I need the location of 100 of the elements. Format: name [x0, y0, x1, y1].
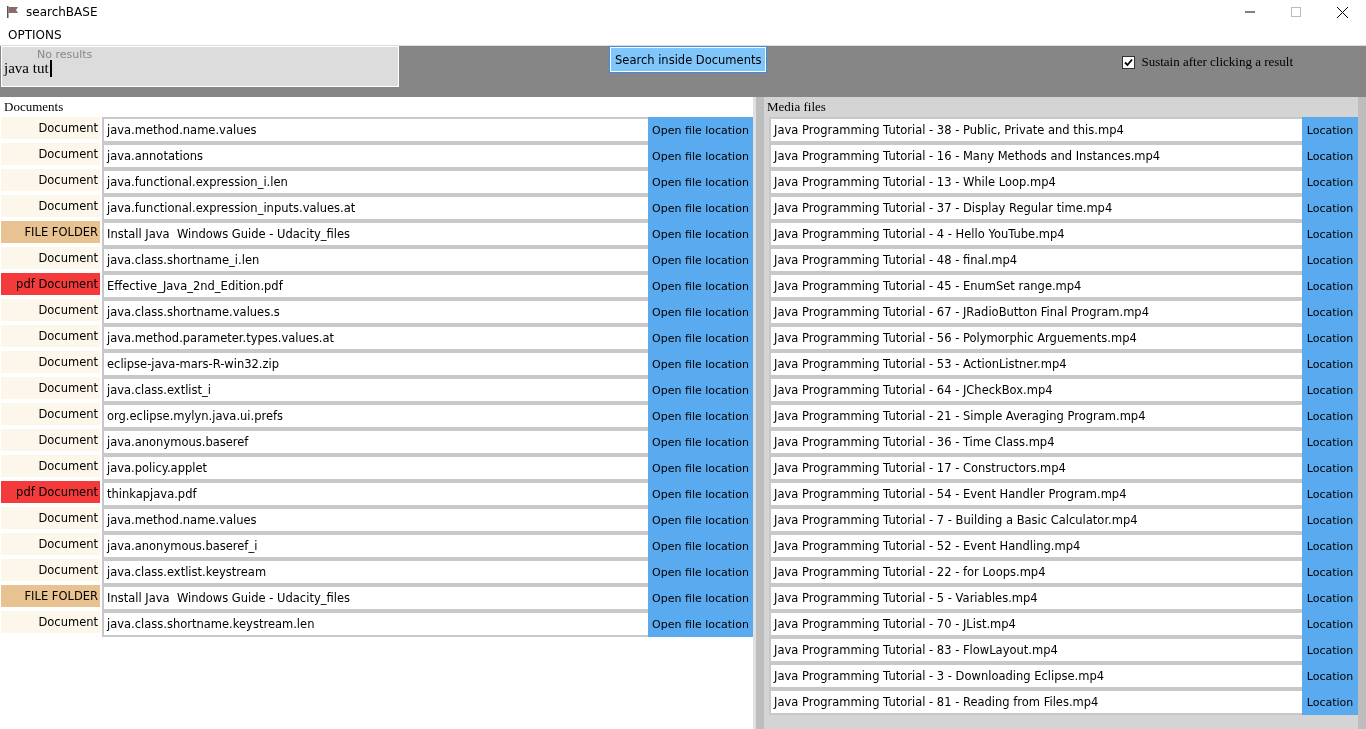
media-name-field[interactable]: Java Programming Tutorial - 7 - Building a Basic Calculator.mp4	[769, 507, 1302, 533]
file-type-label: Document	[1, 403, 100, 425]
location-button[interactable]: Location	[1302, 195, 1358, 221]
menu-item[interactable]: OPTIONS	[8, 27, 62, 42]
file-type-label: Document	[1, 299, 100, 321]
media-name-field[interactable]: Java Programming Tutorial - 67 - JRadioButton Final Program.mp4	[769, 299, 1302, 325]
open-location-button[interactable]: Open file location	[648, 533, 753, 559]
location-button[interactable]: Location	[1302, 585, 1358, 611]
file-name-field[interactable]: java.method.name.values	[102, 507, 648, 533]
open-location-button[interactable]: Open file location	[648, 273, 753, 299]
location-button[interactable]: Location	[1302, 221, 1358, 247]
location-button[interactable]: Location	[1302, 117, 1358, 143]
file-type-label: Document	[1, 325, 100, 347]
open-location-button[interactable]: Open file location	[648, 221, 753, 247]
open-location-button[interactable]: Open file location	[648, 169, 753, 195]
open-location-button[interactable]: Open file location	[648, 351, 753, 377]
location-button[interactable]: Location	[1302, 169, 1358, 195]
media-name-field[interactable]: Java Programming Tutorial - 45 - EnumSet range.mp4	[769, 273, 1302, 299]
media-name-field[interactable]: Java Programming Tutorial - 21 - Simple Averaging Program.mp4	[769, 403, 1302, 429]
open-location-button[interactable]: Open file location	[648, 507, 753, 533]
media-name-field[interactable]: Java Programming Tutorial - 22 - for Loops.mp4	[769, 559, 1302, 585]
media-name-field[interactable]: Java Programming Tutorial - 81 - Reading from Files.mp4	[769, 689, 1302, 715]
checkbox[interactable]	[1122, 55, 1136, 69]
location-button[interactable]: Location	[1302, 507, 1358, 533]
location-button[interactable]: Location	[1302, 481, 1358, 507]
section-heading: Media files	[766, 98, 827, 116]
window-title: searchBASE	[26, 5, 98, 19]
location-button[interactable]: Location	[1302, 403, 1358, 429]
location-button[interactable]: Location	[1302, 689, 1358, 715]
file-name-field[interactable]: Install Java Windows Guide - Udacity_files	[102, 221, 648, 247]
file-name-field[interactable]: java.class.extlist_i	[102, 377, 648, 403]
location-button[interactable]: Location	[1302, 299, 1358, 325]
open-location-button[interactable]: Open file location	[648, 611, 753, 637]
open-location-button[interactable]: Open file location	[648, 299, 753, 325]
media-name-field[interactable]: Java Programming Tutorial - 56 - Polymorphic Arguements.mp4	[769, 325, 1302, 351]
file-name-field[interactable]: Effective_Java_2nd_Edition.pdf	[102, 273, 648, 299]
location-button[interactable]: Location	[1302, 533, 1358, 559]
media-name-field[interactable]: Java Programming Tutorial - 64 - JCheckBox.mp4	[769, 377, 1302, 403]
media-name-field[interactable]: Java Programming Tutorial - 54 - Event Handler Program.mp4	[769, 481, 1302, 507]
open-location-button[interactable]: Open file location	[648, 559, 753, 585]
media-name-field[interactable]: Java Programming Tutorial - 52 - Event Handling.mp4	[769, 533, 1302, 559]
open-location-button[interactable]: Open file location	[648, 143, 753, 169]
file-name-field[interactable]: java.annotations	[102, 143, 648, 169]
file-name-field[interactable]: java.anonymous.baseref_i	[102, 533, 648, 559]
media-name-field[interactable]: Java Programming Tutorial - 37 - Display Regular time.mp4	[769, 195, 1302, 221]
location-button[interactable]: Location	[1302, 611, 1358, 637]
file-name-field[interactable]: java.policy.applet	[102, 455, 648, 481]
media-name-field[interactable]: Java Programming Tutorial - 70 - JList.mp4	[769, 611, 1302, 637]
file-name-field[interactable]: java.method.parameter.types.values.at	[102, 325, 648, 351]
file-type-label: Document	[1, 533, 100, 555]
media-name-field[interactable]: Java Programming Tutorial - 53 - ActionListner.mp4	[769, 351, 1302, 377]
open-location-button[interactable]: Open file location	[648, 455, 753, 481]
media-name-field[interactable]: Java Programming Tutorial - 83 - FlowLayout.mp4	[769, 637, 1302, 663]
media-name-field[interactable]: Java Programming Tutorial - 5 - Variables.mp4	[769, 585, 1302, 611]
search-field[interactable]: No results java tut	[1, 46, 399, 87]
location-button[interactable]: Location	[1302, 377, 1358, 403]
location-button[interactable]: Location	[1302, 637, 1358, 663]
location-button[interactable]: Location	[1302, 455, 1358, 481]
location-button[interactable]: Location	[1302, 247, 1358, 273]
media-name-field[interactable]: Java Programming Tutorial - 36 - Time Class.mp4	[769, 429, 1302, 455]
file-name-field[interactable]: eclipse-java-mars-R-win32.zip	[102, 351, 648, 377]
open-location-button[interactable]: Open file location	[648, 585, 753, 611]
media-name-field[interactable]: Java Programming Tutorial - 4 - Hello YouTube.mp4	[769, 221, 1302, 247]
file-name-field[interactable]: Install Java Windows Guide - Udacity_files	[102, 585, 648, 611]
file-name-field[interactable]: java.class.shortname_i.len	[102, 247, 648, 273]
file-name-field[interactable]: java.functional.expression_inputs.values.at	[102, 195, 648, 221]
open-location-button[interactable]: Open file location	[648, 403, 753, 429]
media-name-field[interactable]: Java Programming Tutorial - 48 - final.mp4	[769, 247, 1302, 273]
open-location-button[interactable]: Open file location	[648, 481, 753, 507]
search-inside-button[interactable]: Search inside Documents	[610, 47, 767, 72]
media-name-field[interactable]: Java Programming Tutorial - 38 - Public, Private and this.mp4	[769, 117, 1302, 143]
open-location-button[interactable]: Open file location	[648, 247, 753, 273]
location-button[interactable]: Location	[1302, 559, 1358, 585]
location-button[interactable]: Location	[1302, 143, 1358, 169]
file-name-field[interactable]: java.class.shortname.keystream.len	[102, 611, 648, 637]
open-location-button[interactable]: Open file location	[648, 429, 753, 455]
file-name-field[interactable]: org.eclipse.mylyn.java.ui.prefs	[102, 403, 648, 429]
media-name-field[interactable]: Java Programming Tutorial - 16 - Many Methods and Instances.mp4	[769, 143, 1302, 169]
file-name-field[interactable]: java.class.extlist.keystream	[102, 559, 648, 585]
location-button[interactable]: Location	[1302, 429, 1358, 455]
location-button[interactable]: Location	[1302, 351, 1358, 377]
media-name-field[interactable]: Java Programming Tutorial - 3 - Downloading Eclipse.mp4	[769, 663, 1302, 689]
file-name-field[interactable]: java.anonymous.baseref	[102, 429, 648, 455]
open-location-button[interactable]: Open file location	[648, 377, 753, 403]
open-location-button[interactable]: Open file location	[648, 117, 753, 143]
open-location-button[interactable]: Open file location	[648, 195, 753, 221]
open-location-button[interactable]: Open file location	[648, 325, 753, 351]
scrollbar[interactable]	[1358, 97, 1366, 729]
file-name-field[interactable]: java.method.name.values	[102, 117, 648, 143]
media-name-field[interactable]: Java Programming Tutorial - 17 - Constructors.mp4	[769, 455, 1302, 481]
file-type-label: Document	[1, 559, 100, 581]
media-name-field[interactable]: Java Programming Tutorial - 13 - While Loop.mp4	[769, 169, 1302, 195]
location-button[interactable]: Location	[1302, 325, 1358, 351]
file-name-field[interactable]: thinkapjava.pdf	[102, 481, 648, 507]
close-icon[interactable]	[1337, 6, 1348, 18]
file-name-field[interactable]: java.functional.expression_i.len	[102, 169, 648, 195]
location-button[interactable]: Location	[1302, 273, 1358, 299]
file-name-field[interactable]: java.class.shortname.values.s	[102, 299, 648, 325]
location-button[interactable]: Location	[1302, 663, 1358, 689]
file-type-label: Document	[1, 377, 100, 399]
